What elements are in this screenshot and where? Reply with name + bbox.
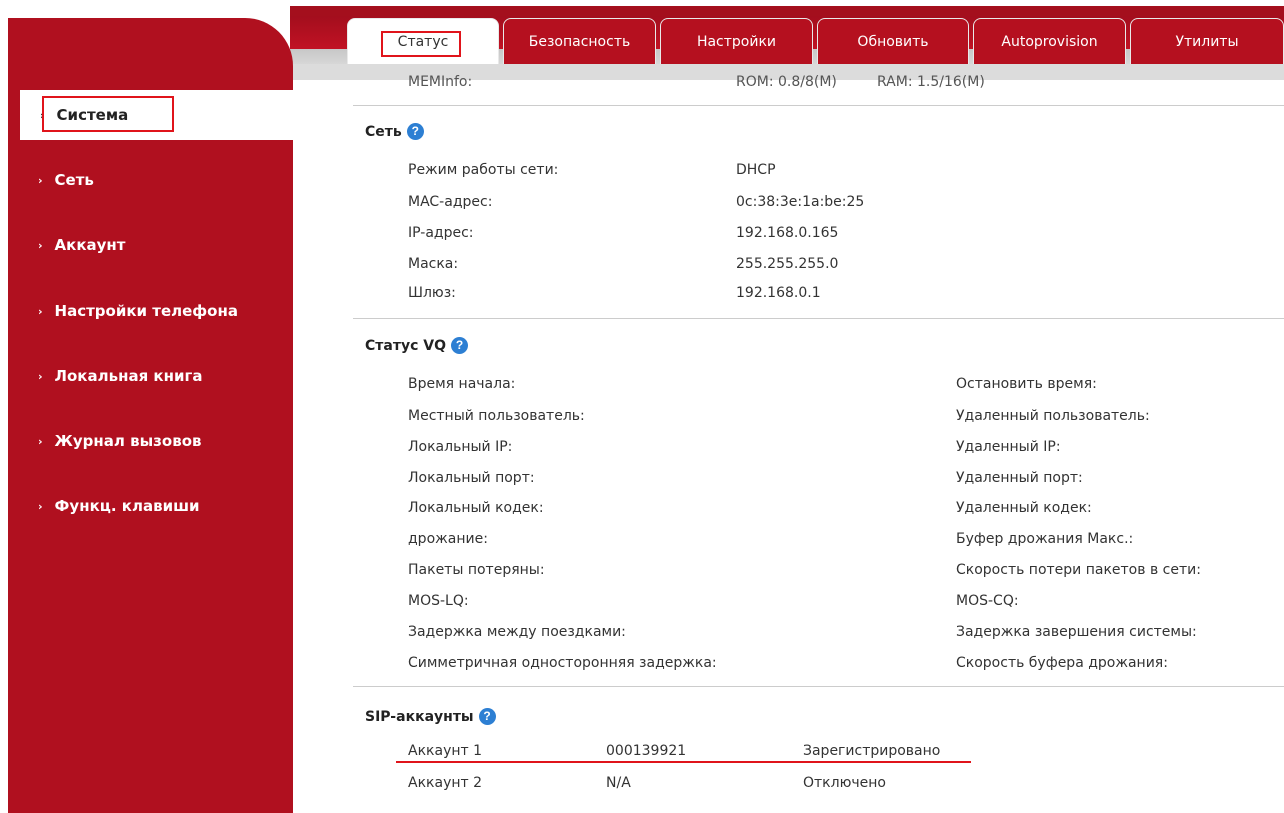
sidebar-item-label: Сеть <box>54 171 94 189</box>
vq-left-label: Время начала: <box>408 376 516 392</box>
help-icon[interactable]: ? <box>451 337 468 354</box>
tab-status[interactable]: Статус <box>347 18 499 64</box>
tab-utilities[interactable]: Утилиты <box>1130 18 1284 64</box>
meminfo-label: MEMInfo: <box>408 74 473 90</box>
tab-status-label: Статус <box>397 33 449 50</box>
vq-right-label: Удаленный кодек: <box>956 500 1092 516</box>
vq-left-label: Локальный порт: <box>408 470 535 486</box>
vq-left-label: Симметричная односторонняя задержка: <box>408 655 717 671</box>
section-title-text: Статус VQ <box>365 337 446 354</box>
vq-right-label: Остановить время: <box>956 376 1097 392</box>
network-row-label: MAC-адрес: <box>408 194 493 210</box>
sip-account-status: Отключено <box>803 775 886 791</box>
chevron-right-icon: › <box>38 304 43 318</box>
chevron-right-icon: › <box>40 108 45 122</box>
sidebar-item-network[interactable]: › Сеть <box>0 162 285 198</box>
tab-autoprovision[interactable]: Autoprovision <box>973 18 1126 64</box>
network-row-label: Маска: <box>408 256 459 272</box>
vq-right-label: Удаленный пользователь: <box>956 408 1150 424</box>
chevron-right-icon: › <box>38 369 43 383</box>
meminfo-rom: ROM: 0.8/8(M) <box>736 74 837 90</box>
divider <box>353 318 1284 319</box>
vq-right-label: Буфер дрожания Макс.: <box>956 531 1134 547</box>
top-bar-strip <box>290 6 1284 16</box>
sidebar-item-system[interactable]: › Система <box>20 90 293 140</box>
sidebar-item-label: Функц. клавиши <box>54 497 200 515</box>
sidebar-item-label: Локальная книга <box>54 367 203 385</box>
tab-update[interactable]: Обновить <box>817 18 969 64</box>
vq-left-label: Местный пользователь: <box>408 408 585 424</box>
section-title-vq: Статус VQ ? <box>365 337 468 354</box>
sidebar-item-label: Система <box>56 106 129 124</box>
sidebar-item-label: Настройки телефона <box>54 302 238 320</box>
sidebar-item-label: Журнал вызовов <box>54 432 202 450</box>
divider <box>353 686 1284 687</box>
tab-security-label: Безопасность <box>528 33 631 50</box>
highlight-underline <box>396 761 971 763</box>
sidebar-item-phone-settings[interactable]: › Настройки телефона <box>0 293 285 329</box>
section-title-text: SIP-аккаунты <box>365 708 474 725</box>
sidebar-item-call-log[interactable]: › Журнал вызовов <box>0 423 285 459</box>
vq-left-label: MOS-LQ: <box>408 593 469 609</box>
sidebar-item-phonebook[interactable]: › Локальная книга <box>0 358 285 394</box>
network-row-label: Шлюз: <box>408 285 456 301</box>
network-row-value: 192.168.0.1 <box>736 285 821 301</box>
vq-left-label: дрожание: <box>408 531 488 547</box>
divider <box>353 105 1284 106</box>
vq-right-label: Скорость буфера дрожания: <box>956 655 1168 671</box>
sip-account-number: N/A <box>606 775 631 791</box>
sidebar-item-account[interactable]: › Аккаунт <box>0 227 285 263</box>
tab-security[interactable]: Безопасность <box>503 18 656 64</box>
vq-right-label: Удаленный порт: <box>956 470 1083 486</box>
tab-autoprovision-label: Autoprovision <box>1001 33 1098 50</box>
chevron-right-icon: › <box>38 434 43 448</box>
tab-update-label: Обновить <box>857 33 929 50</box>
section-title-sip: SIP-аккаунты ? <box>365 708 496 725</box>
section-title-text: Сеть <box>365 123 402 140</box>
main-content: MEMInfo: ROM: 0.8/8(M) RAM: 1.5/16(M) Се… <box>293 74 1284 813</box>
network-row-value: DHCP <box>736 162 776 178</box>
sidebar-item-label: Аккаунт <box>54 236 126 254</box>
sip-account-status: Зарегистрировано <box>803 743 941 759</box>
network-row-label: IP-адрес: <box>408 225 474 241</box>
vq-left-label: Пакеты потеряны: <box>408 562 545 578</box>
sip-account-name: Аккаунт 2 <box>408 775 483 791</box>
help-icon[interactable]: ? <box>478 708 496 725</box>
vq-left-label: Локальный кодек: <box>408 500 544 516</box>
section-title-network: Сеть ? <box>365 123 424 140</box>
network-row-value: 192.168.0.165 <box>736 225 839 241</box>
network-row-label: Режим работы сети: <box>408 162 559 178</box>
help-icon[interactable]: ? <box>406 123 424 140</box>
sidebar-item-function-keys[interactable]: › Функц. клавиши <box>0 488 285 524</box>
vq-left-label: Задержка между поездками: <box>408 624 626 640</box>
tab-utilities-label: Утилиты <box>1175 33 1239 50</box>
chevron-right-icon: › <box>38 238 43 252</box>
vq-right-label: MOS-CQ: <box>956 593 1019 609</box>
network-row-value: 0c:38:3e:1a:be:25 <box>736 194 865 210</box>
sip-account-name: Аккаунт 1 <box>408 743 483 759</box>
tab-settings-label: Настройки <box>696 33 777 50</box>
vq-right-label: Скорость потери пакетов в сети: <box>956 562 1201 578</box>
vq-left-label: Локальный IP: <box>408 439 513 455</box>
sip-account-number: 000139921 <box>606 743 687 759</box>
tab-settings[interactable]: Настройки <box>660 18 813 64</box>
meminfo-ram: RAM: 1.5/16(M) <box>877 74 985 90</box>
vq-right-label: Задержка завершения системы: <box>956 624 1197 640</box>
vq-right-label: Удаленный IP: <box>956 439 1061 455</box>
network-row-value: 255.255.255.0 <box>736 256 839 272</box>
chevron-right-icon: › <box>38 499 43 513</box>
chevron-right-icon: › <box>38 173 43 187</box>
